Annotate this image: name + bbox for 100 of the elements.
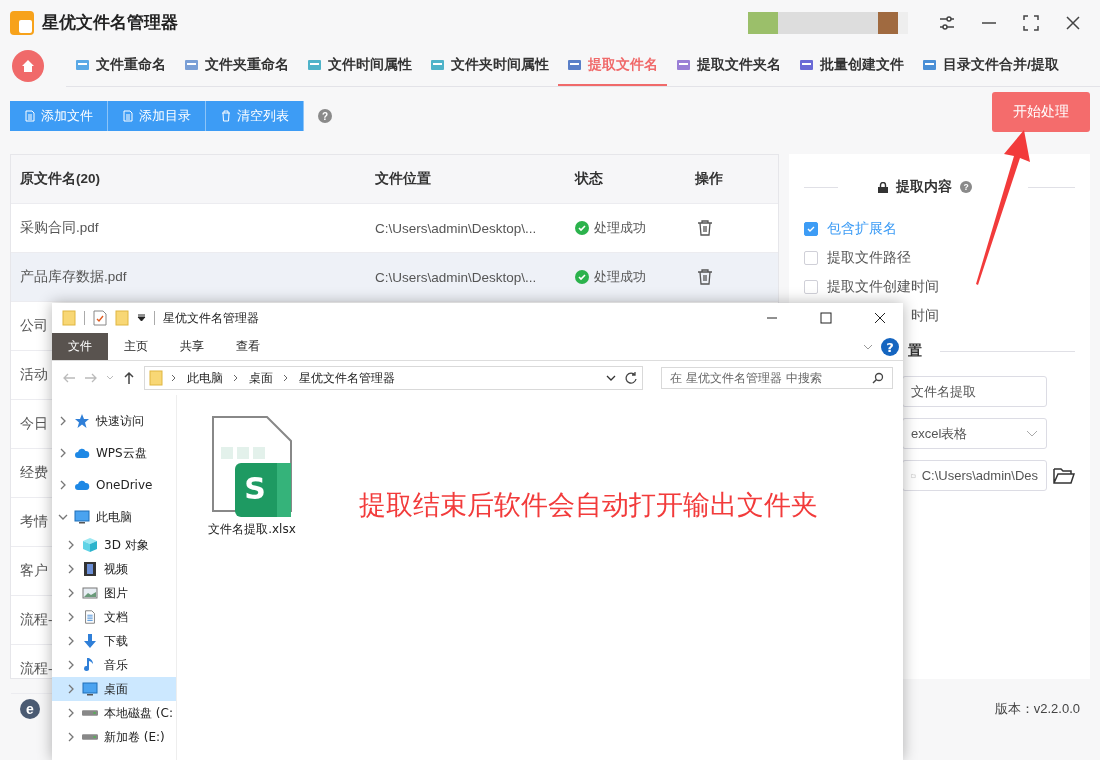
settings-sliders-icon[interactable] xyxy=(938,13,956,32)
nav-item[interactable]: 桌面 xyxy=(52,677,176,701)
delete-icon[interactable] xyxy=(696,268,714,286)
section-heading: 提取内容 xyxy=(895,178,952,196)
close-icon[interactable] xyxy=(1064,13,1082,32)
nav-label[interactable]: OneDrive xyxy=(96,478,153,492)
checklist-icon[interactable] xyxy=(93,310,107,326)
document-icon xyxy=(82,609,98,625)
output-path-field[interactable]: C:\Users\admin\Des xyxy=(902,460,1047,491)
tab[interactable]: 文件夹重命名 xyxy=(175,45,298,86)
file-name-cell-text: 今日 xyxy=(19,415,48,433)
table-row[interactable]: 产品库存数据.pdf C:\Users\admin\Desktop\... 处理成功 xyxy=(11,253,778,302)
file-name[interactable]: 文件名提取.xlsx xyxy=(208,521,296,538)
nav-item[interactable]: 此电脑 xyxy=(52,501,176,533)
nav-label[interactable]: 下载 xyxy=(104,632,128,650)
success-check-icon xyxy=(575,270,589,284)
document-icon xyxy=(24,110,36,122)
checkbox[interactable] xyxy=(804,250,818,265)
chevron-right-icon[interactable] xyxy=(66,540,76,550)
nav-label[interactable]: 此电脑 xyxy=(96,508,132,526)
nav-label[interactable]: WPS云盘 xyxy=(96,444,147,462)
chevron-right-icon[interactable] xyxy=(66,588,76,598)
file-icon xyxy=(676,57,691,72)
nav-item[interactable]: 下载 xyxy=(52,629,176,653)
chevron-right-icon[interactable] xyxy=(66,660,76,670)
file-icon xyxy=(430,57,445,72)
chevron-right-icon[interactable] xyxy=(58,416,68,426)
nav-label[interactable]: 文档 xyxy=(104,608,128,626)
ribbon-tab[interactable]: 共享 xyxy=(164,333,220,360)
home-button[interactable] xyxy=(12,50,44,82)
breadcrumb[interactable]: 星优文件名管理器 xyxy=(297,369,397,387)
nav-item[interactable]: 新加卷 (E:) xyxy=(52,725,176,749)
ribbon-tab[interactable]: 主页 xyxy=(108,333,164,360)
nav-item[interactable]: OneDrive xyxy=(52,469,176,501)
nav-label[interactable]: 快速访问 xyxy=(96,412,144,430)
app-logo-icon xyxy=(10,10,34,35)
nav-label[interactable]: 视频 xyxy=(104,560,128,578)
tab[interactable]: 批量创建文件 xyxy=(790,45,913,86)
address-bar[interactable]: 此电脑 桌面 星优文件名管理器 xyxy=(144,366,643,390)
up-arrow-icon[interactable] xyxy=(122,371,136,385)
nav-item[interactable]: 图片 xyxy=(52,581,176,605)
nav-label[interactable]: 图片 xyxy=(104,584,128,602)
file-name-cell-text: 流程- xyxy=(19,611,53,629)
checkbox[interactable] xyxy=(804,221,818,236)
breadcrumb[interactable]: 桌面 xyxy=(247,369,275,387)
tab[interactable]: 文件时间属性 xyxy=(298,45,421,86)
breadcrumb[interactable]: 此电脑 xyxy=(185,369,225,387)
checkbox[interactable] xyxy=(804,279,818,294)
nav-label[interactable]: 新加卷 (E:) xyxy=(104,728,165,746)
window-title: 星优文件名管理器 xyxy=(163,309,259,327)
ribbon-tab[interactable]: 文件 xyxy=(52,333,108,360)
folder-icon[interactable] xyxy=(1053,466,1075,485)
checkbox-label[interactable]: 提取文件路径 xyxy=(827,248,911,267)
chevron-right-icon[interactable] xyxy=(66,708,76,718)
chevron-right-icon[interactable] xyxy=(66,684,76,694)
refresh-icon[interactable] xyxy=(624,371,638,385)
tab[interactable]: 提取文件夹名 xyxy=(667,45,790,86)
help-icon[interactable]: ? xyxy=(881,337,899,356)
nav-label[interactable]: 音乐 xyxy=(104,656,128,674)
nav-label[interactable]: 3D 对象 xyxy=(104,536,149,554)
status-text: 处理成功 xyxy=(594,268,646,286)
nav-label[interactable]: 本地磁盘 (C: xyxy=(104,704,173,722)
nav-item[interactable]: 快速访问 xyxy=(52,405,176,437)
search-field[interactable]: 在 星优文件名管理器 中搜索 xyxy=(661,367,893,389)
tab[interactable]: 文件夹时间属性 xyxy=(421,45,558,86)
chevron-right-icon[interactable] xyxy=(58,448,68,458)
maximize-icon[interactable] xyxy=(1022,13,1040,32)
nav-item[interactable]: 视频 xyxy=(52,557,176,581)
maximize-icon xyxy=(820,312,832,324)
chevron-right-icon[interactable] xyxy=(66,564,76,574)
film-icon xyxy=(82,561,98,577)
ribbon-tab[interactable]: 查看 xyxy=(220,333,276,360)
tab[interactable]: 目录文件合并/提取 xyxy=(913,45,1068,86)
nav-item[interactable]: 文档 xyxy=(52,605,176,629)
nav-item[interactable]: WPS云盘 xyxy=(52,437,176,469)
chevron-right-icon[interactable] xyxy=(66,612,76,622)
delete-icon[interactable] xyxy=(696,219,714,237)
chevron-right-icon[interactable] xyxy=(66,636,76,646)
checkbox-label[interactable]: 时间 xyxy=(911,306,939,325)
chevron-right-icon[interactable] xyxy=(66,732,76,742)
file-name-field[interactable]: 文件名提取 xyxy=(902,376,1047,407)
column-header: 操作 xyxy=(694,170,724,188)
chevron-right-icon[interactable] xyxy=(58,480,68,490)
format-dropdown[interactable]: excel表格 xyxy=(902,418,1047,449)
file-name-cell-text: 客户 xyxy=(19,562,48,580)
file-icon xyxy=(567,57,582,72)
dropdown-caret-icon[interactable] xyxy=(137,314,146,322)
checkbox-label[interactable]: 提取文件创建时间 xyxy=(827,277,939,296)
browser-logo-icon[interactable]: e xyxy=(20,699,40,719)
chevron-down-icon[interactable] xyxy=(606,374,616,382)
tab[interactable]: 文件重命名 xyxy=(66,45,175,86)
download-arrow-icon xyxy=(82,633,98,649)
nav-item[interactable]: 3D 对象 xyxy=(52,533,176,557)
file-icon xyxy=(799,57,814,72)
chevron-right-icon xyxy=(233,374,239,382)
nav-item[interactable]: 本地磁盘 (C: xyxy=(52,701,176,725)
monitor-icon xyxy=(82,681,98,697)
file-location-cell-text: C:\Users\admin\Desktop\... xyxy=(374,220,537,236)
nav-label[interactable]: 桌面 xyxy=(104,680,128,698)
nav-item[interactable]: 音乐 xyxy=(52,653,176,677)
